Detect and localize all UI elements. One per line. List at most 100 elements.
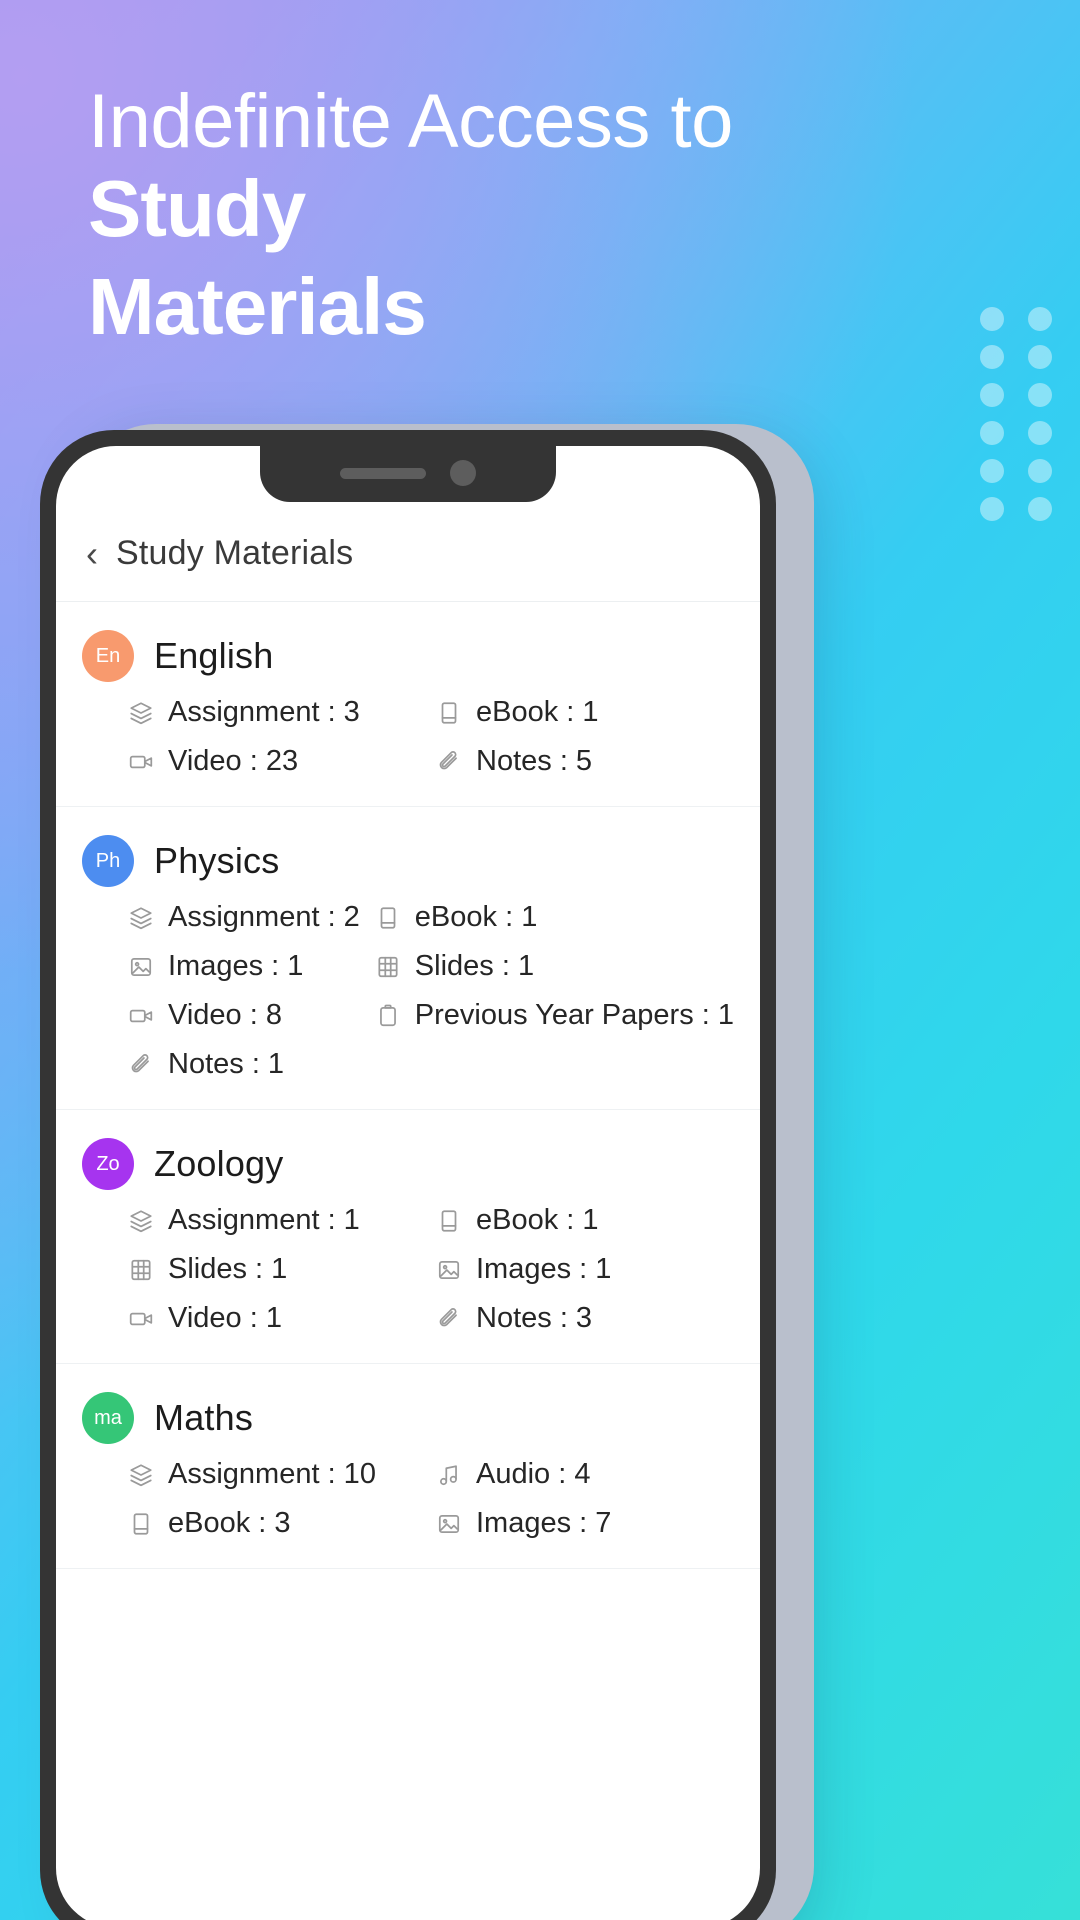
stat-item[interactable]: Notes : 1 bbox=[128, 1048, 365, 1081]
headline-line-2: Study bbox=[88, 164, 306, 253]
phone-frame: ‹ Study Materials En English Assignment : … bbox=[40, 430, 776, 1920]
headline-line-1: Indefinite Access to bbox=[88, 79, 733, 164]
stat-item[interactable]: Images : 7 bbox=[436, 1507, 734, 1540]
stat-item[interactable]: Assignment : 1 bbox=[128, 1204, 426, 1237]
subject-card[interactable]: Ph Physics Assignment : 2 eBook : 1 Images :… bbox=[56, 807, 760, 1110]
paperclip-icon bbox=[128, 1052, 154, 1078]
image-icon bbox=[128, 954, 154, 980]
subject-stats: Assignment : 3 eBook : 1 Video : 23 Notes :… bbox=[82, 696, 734, 778]
stat-item[interactable]: Video : 23 bbox=[128, 745, 426, 778]
stat-item[interactable]: Audio : 4 bbox=[436, 1458, 734, 1491]
stat-label-value: Notes : 1 bbox=[168, 1048, 285, 1080]
stat-item[interactable]: Slides : 1 bbox=[375, 950, 734, 983]
layers-icon bbox=[128, 905, 154, 931]
subject-list: En English Assignment : 3 eBook : 1 Video : … bbox=[56, 602, 760, 1569]
chevron-left-icon[interactable]: ‹ bbox=[82, 535, 102, 572]
video-icon bbox=[128, 1003, 154, 1029]
phone-screen: ‹ Study Materials En English Assignment : … bbox=[56, 446, 760, 1920]
phone-notch bbox=[260, 446, 556, 502]
slides-icon bbox=[128, 1257, 154, 1283]
stat-label-value: Video : 1 bbox=[168, 1302, 282, 1334]
stat-label-value: eBook : 1 bbox=[414, 901, 538, 933]
stat-label-value: Assignment : 2 bbox=[168, 901, 360, 933]
subject-card[interactable]: Zo Zoology Assignment : 1 eBook : 1 Slides :… bbox=[56, 1110, 760, 1364]
stat-label-value: Assignment : 3 bbox=[168, 696, 360, 728]
stat-label-value: Images : 1 bbox=[476, 1253, 612, 1285]
stat-label-value: Assignment : 10 bbox=[168, 1458, 376, 1490]
stat-item[interactable]: eBook : 1 bbox=[436, 696, 734, 729]
decorative-dot bbox=[980, 421, 1004, 445]
stat-label-value: Images : 7 bbox=[476, 1507, 612, 1539]
subject-header: ma Maths bbox=[82, 1392, 734, 1444]
stat-label-value: Audio : 4 bbox=[476, 1458, 591, 1490]
stat-item[interactable]: Notes : 3 bbox=[436, 1302, 734, 1335]
image-icon bbox=[436, 1511, 462, 1537]
image-icon bbox=[436, 1257, 462, 1283]
subject-stats: Assignment : 10 Audio : 4 eBook : 3 Images … bbox=[82, 1458, 734, 1540]
slides-icon bbox=[375, 954, 401, 980]
subject-card[interactable]: ma Maths Assignment : 10 Audio : 4 eBook : 3… bbox=[56, 1364, 760, 1569]
subject-card[interactable]: En English Assignment : 3 eBook : 1 Video : … bbox=[56, 602, 760, 807]
stat-label-value: Images : 1 bbox=[168, 950, 304, 982]
clipboard-icon bbox=[375, 1003, 401, 1029]
subject-header: Ph Physics bbox=[82, 835, 734, 887]
stat-label-value: eBook : 1 bbox=[476, 696, 599, 728]
subject-stats: Assignment : 1 eBook : 1 Slides : 1 Images … bbox=[82, 1204, 734, 1335]
stat-item[interactable]: Images : 1 bbox=[436, 1253, 734, 1286]
subject-header: En English bbox=[82, 630, 734, 682]
stat-item[interactable]: Images : 1 bbox=[128, 950, 365, 983]
book-icon bbox=[436, 700, 462, 726]
avatar: Zo bbox=[82, 1138, 134, 1190]
stat-item[interactable]: Assignment : 3 bbox=[128, 696, 426, 729]
stat-item[interactable]: Assignment : 2 bbox=[128, 901, 365, 934]
subject-stats: Assignment : 2 eBook : 1 Images : 1 Slides … bbox=[82, 901, 734, 1081]
decorative-dot bbox=[980, 497, 1004, 521]
stat-label-value: Video : 8 bbox=[168, 999, 282, 1031]
stat-label-value: Previous Year Papers : 1 bbox=[414, 999, 734, 1031]
decorative-dot bbox=[980, 345, 1004, 369]
layers-icon bbox=[128, 700, 154, 726]
paperclip-icon bbox=[436, 1306, 462, 1332]
paperclip-icon bbox=[436, 749, 462, 775]
decorative-dot bbox=[1028, 421, 1052, 445]
subject-name: English bbox=[154, 635, 274, 676]
layers-icon bbox=[128, 1462, 154, 1488]
decorative-dot bbox=[1028, 383, 1052, 407]
speaker-grille-icon bbox=[340, 467, 426, 479]
headline-line-3: Materials bbox=[88, 261, 427, 351]
stat-label-value: Notes : 5 bbox=[476, 745, 593, 777]
book-icon bbox=[375, 905, 401, 931]
video-icon bbox=[128, 749, 154, 775]
decorative-dot bbox=[980, 383, 1004, 407]
stat-item[interactable]: Video : 8 bbox=[128, 999, 365, 1032]
stat-label-value: eBook : 1 bbox=[476, 1204, 599, 1236]
stat-item[interactable]: eBook : 1 bbox=[375, 901, 734, 934]
decorative-dot bbox=[980, 459, 1004, 483]
stat-label-value: Notes : 3 bbox=[476, 1302, 593, 1334]
subject-name: Physics bbox=[154, 840, 280, 881]
decorative-dot bbox=[1028, 497, 1052, 521]
decorative-dot bbox=[1028, 345, 1052, 369]
stat-item[interactable]: Previous Year Papers : 1 bbox=[375, 999, 734, 1032]
subject-name: Maths bbox=[154, 1397, 254, 1438]
headline-block: Indefinite Access to Study Materials bbox=[88, 84, 928, 355]
stat-item[interactable]: Video : 1 bbox=[128, 1302, 426, 1335]
stat-label-value: Slides : 1 bbox=[168, 1253, 288, 1285]
layers-icon bbox=[128, 1208, 154, 1234]
stat-item[interactable]: eBook : 1 bbox=[436, 1204, 734, 1237]
book-icon bbox=[128, 1511, 154, 1537]
stat-item[interactable]: Notes : 5 bbox=[436, 745, 734, 778]
avatar: ma bbox=[82, 1392, 134, 1444]
subject-name: Zoology bbox=[154, 1143, 284, 1184]
stat-label-value: Slides : 1 bbox=[414, 950, 535, 982]
stat-item[interactable]: eBook : 3 bbox=[128, 1507, 426, 1540]
stat-label-value: Assignment : 1 bbox=[168, 1204, 360, 1236]
stat-item[interactable]: Slides : 1 bbox=[128, 1253, 426, 1286]
decorative-dot bbox=[1028, 459, 1052, 483]
promo-stage: Indefinite Access to Study Materials ‹ S… bbox=[0, 0, 1080, 1920]
stat-item[interactable]: Assignment : 10 bbox=[128, 1458, 426, 1491]
stat-label-value: Video : 23 bbox=[168, 745, 299, 777]
video-icon bbox=[128, 1306, 154, 1332]
subject-header: Zo Zoology bbox=[82, 1138, 734, 1190]
avatar: Ph bbox=[82, 835, 134, 887]
